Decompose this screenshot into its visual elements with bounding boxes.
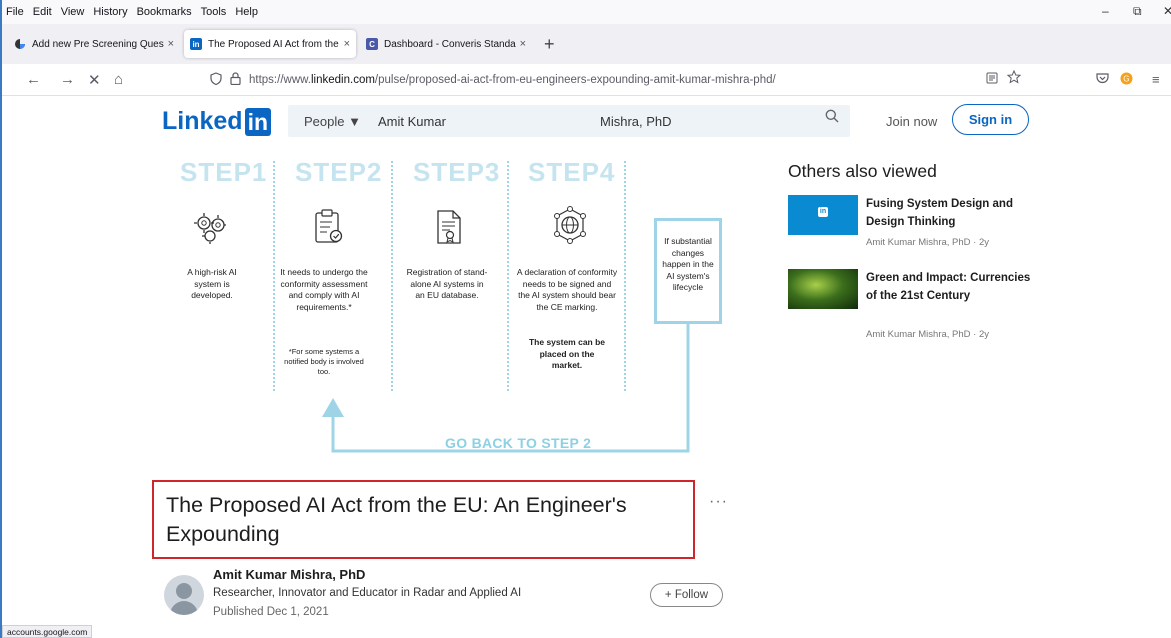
new-tab-button[interactable]: +	[544, 34, 555, 55]
menu-help[interactable]: Help	[235, 6, 258, 18]
home-button[interactable]: ⌂	[114, 71, 123, 88]
linkedin-icon: in	[818, 207, 828, 217]
svg-text:G: G	[1123, 75, 1129, 84]
tab-label: Dashboard - Converis Standard	[384, 38, 516, 50]
linkedin-logo[interactable]: Linked in	[162, 107, 272, 136]
lock-icon[interactable]	[230, 72, 241, 88]
close-tab-icon[interactable]: ×	[520, 38, 526, 50]
reader-view-icon[interactable]	[986, 72, 998, 87]
published-date: Published Dec 1, 2021	[213, 606, 329, 618]
google-icon	[14, 38, 26, 50]
related-article-title[interactable]: Fusing System Design and Design Thinking	[866, 195, 1036, 231]
related-article[interactable]: in Fusing System Design and Design Think…	[788, 195, 1028, 255]
converis-icon: C	[366, 38, 378, 50]
url-prefix: https://www.	[249, 74, 311, 86]
tab-label: The Proposed AI Act from the E	[208, 38, 340, 50]
logo-text: Linked	[162, 107, 243, 135]
linkedin-icon: in	[190, 38, 202, 50]
related-article-meta: Amit Kumar Mishra, PhD · 2y	[866, 237, 989, 248]
close-window-button[interactable]: ✕	[1163, 4, 1171, 18]
menu-file[interactable]: File	[6, 6, 24, 18]
restore-button[interactable]: ⧉	[1133, 4, 1142, 19]
pocket-icon[interactable]	[1096, 72, 1109, 87]
bookmark-star-icon[interactable]	[1006, 69, 1022, 87]
menu-history[interactable]: History	[93, 6, 127, 18]
url-bar[interactable]: https://www. linkedin.com/pulse/proposed-…	[210, 68, 1026, 92]
sign-in-button[interactable]: Sign in	[952, 104, 1029, 135]
logo-in: in	[244, 107, 272, 136]
join-now-link[interactable]: Join now	[886, 114, 937, 129]
close-tab-icon[interactable]: ×	[344, 38, 350, 50]
tab-linkedin-article[interactable]: in The Proposed AI Act from the E ×	[184, 30, 356, 58]
forward-button[interactable]: →	[60, 71, 75, 88]
related-article-meta: Amit Kumar Mishra, PhD · 2y	[866, 329, 989, 340]
shield-icon[interactable]	[210, 72, 222, 88]
url-host: linkedin.com	[311, 74, 375, 86]
avatar[interactable]	[164, 575, 204, 615]
browser-window: File Edit View History Bookmarks Tools H…	[0, 0, 1171, 638]
menu-bookmarks[interactable]: Bookmarks	[137, 6, 192, 18]
related-article[interactable]: Green and Impact: Currencies of the 21st…	[788, 269, 1030, 347]
tab-strip: Add new Pre Screening Questio × in The P…	[2, 24, 1171, 64]
back-button[interactable]: ←	[26, 71, 41, 88]
app-menu-icon[interactable]: ≡	[1152, 72, 1160, 87]
stop-button[interactable]: ✕	[88, 71, 101, 89]
go-back-label: GO BACK TO STEP 2	[445, 435, 592, 451]
tab-pre-screening[interactable]: Add new Pre Screening Questio ×	[8, 30, 180, 58]
others-also-viewed-heading: Others also viewed	[788, 161, 937, 181]
status-bar: accounts.google.com	[2, 625, 93, 638]
navigation-bar: ← → ✕ ⌂ https://www. linkedin.com/pulse/p…	[2, 64, 1171, 96]
page-content: Linked in People ▼ Amit Kumar Mishra, PhD…	[2, 97, 1171, 638]
minimize-button[interactable]: –	[1102, 4, 1109, 18]
tab-converis-dashboard[interactable]: C Dashboard - Converis Standard ×	[360, 30, 532, 58]
search-bar	[288, 105, 850, 137]
article-thumbnail[interactable]	[788, 269, 858, 309]
last-name-input[interactable]: Mishra, PhD	[600, 114, 672, 129]
search-icon[interactable]	[825, 109, 839, 127]
more-options-icon[interactable]: ···	[709, 493, 728, 511]
first-name-input[interactable]: Amit Kumar	[378, 114, 446, 129]
tab-label: Add new Pre Screening Questio	[32, 38, 164, 50]
follow-button[interactable]: + Follow	[650, 583, 723, 607]
menu-view[interactable]: View	[61, 6, 85, 18]
author-name[interactable]: Amit Kumar Mishra, PhD	[213, 567, 365, 582]
article-thumbnail[interactable]: in	[788, 195, 858, 235]
feedback-arrow-icon	[322, 324, 690, 453]
menu-bar: File Edit View History Bookmarks Tools H…	[2, 0, 1171, 24]
people-dropdown[interactable]: People ▼	[304, 114, 361, 129]
close-tab-icon[interactable]: ×	[168, 38, 174, 50]
author-bio: Researcher, Innovator and Educator in Ra…	[213, 587, 522, 599]
related-article-title[interactable]: Green and Impact: Currencies of the 21st…	[866, 269, 1036, 305]
ai-act-infographic: STEP1 STEP2 STEP3 STEP4 A high-risk AI s…	[162, 151, 762, 471]
menu-tools[interactable]: Tools	[201, 6, 227, 18]
url-path: /pulse/proposed-ai-act-from-eu-engineers…	[374, 74, 776, 86]
article-title: The Proposed AI Act from the EU: An Engi…	[166, 493, 627, 546]
extension-icon[interactable]: G	[1120, 72, 1133, 88]
menu-edit[interactable]: Edit	[33, 6, 52, 18]
